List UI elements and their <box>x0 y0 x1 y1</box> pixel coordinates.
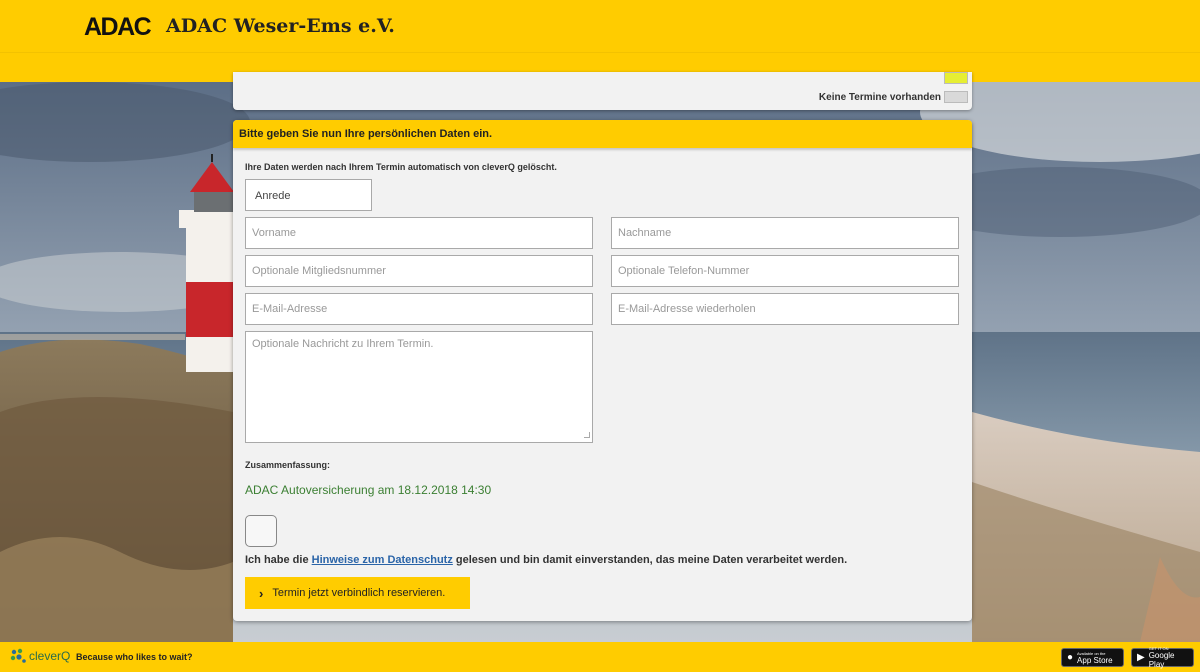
member-number-input[interactable] <box>245 255 593 287</box>
message-textarea[interactable] <box>245 331 593 443</box>
footer-tagline: Because who likes to wait? <box>76 652 193 662</box>
consent-prefix: Ich habe die <box>245 554 312 566</box>
site-header: ADAC ADAC Weser-Ems e.V. <box>0 0 1200 82</box>
adac-logo[interactable]: ADAC <box>84 13 152 42</box>
first-name-input[interactable] <box>245 217 593 249</box>
club-name: ADAC Weser-Ems e.V. <box>166 15 395 37</box>
legend-swatch-available <box>944 72 968 84</box>
textarea-resize-handle[interactable] <box>584 432 590 438</box>
header-divider <box>0 52 1200 53</box>
play-icon: ▶ <box>1137 652 1145 663</box>
privacy-consent-checkbox[interactable] <box>245 515 277 547</box>
legend-label: Keine Termine vorhanden <box>818 91 941 103</box>
legend-item-available <box>941 72 968 84</box>
cleverq-dots-icon <box>10 648 26 663</box>
email-repeat-input[interactable] <box>611 293 959 325</box>
legend-swatch-none <box>944 91 968 103</box>
personal-data-form: Bitte geben Sie nun Ihre persönlichen Da… <box>233 120 972 621</box>
apple-icon: ● <box>1067 652 1074 663</box>
summary-label: Zusammenfassung: <box>245 460 331 470</box>
chevron-right-icon: › <box>259 585 264 601</box>
consent-suffix: gelesen und bin damit einverstanden, das… <box>452 554 848 566</box>
phone-input[interactable] <box>611 255 959 287</box>
form-title: Bitte geben Sie nun Ihre persönlichen Da… <box>239 128 493 140</box>
privacy-consent-text: Ich habe die Hinweise zum Datenschutz ge… <box>245 554 847 566</box>
appointment-summary: ADAC Autoversicherung am 18.12.2018 14:3… <box>245 483 492 497</box>
google-play-badge[interactable]: ▶ GET IT ON Google Play <box>1131 646 1194 669</box>
app-store-big: App Store <box>1077 655 1113 665</box>
google-play-big: Google Play <box>1148 651 1175 669</box>
email-input[interactable] <box>245 293 593 325</box>
site-footer: cleverQ Because who likes to wait? ● Ava… <box>0 642 1200 672</box>
reserve-appointment-button[interactable]: › Termin jetzt verbindlich reservieren. <box>245 577 470 609</box>
availability-legend: Keine Termine vorhanden <box>233 72 972 110</box>
reserve-button-label: Termin jetzt verbindlich reservieren. <box>272 587 446 599</box>
last-name-input[interactable] <box>611 217 959 249</box>
deletion-notice: Ihre Daten werden nach Ihrem Termin auto… <box>245 162 557 172</box>
form-header: Bitte geben Sie nun Ihre persönlichen Da… <box>233 120 972 148</box>
cleverq-logo[interactable]: cleverQ <box>10 648 70 664</box>
cleverq-brand: cleverQ <box>29 649 71 663</box>
legend-item-none: Keine Termine vorhanden <box>819 91 968 103</box>
salutation-select[interactable]: Anrede <box>245 179 372 211</box>
privacy-policy-link[interactable]: Hinweise zum Datenschutz <box>312 554 453 566</box>
app-store-badge[interactable]: ● Available on the App Store <box>1061 648 1124 667</box>
